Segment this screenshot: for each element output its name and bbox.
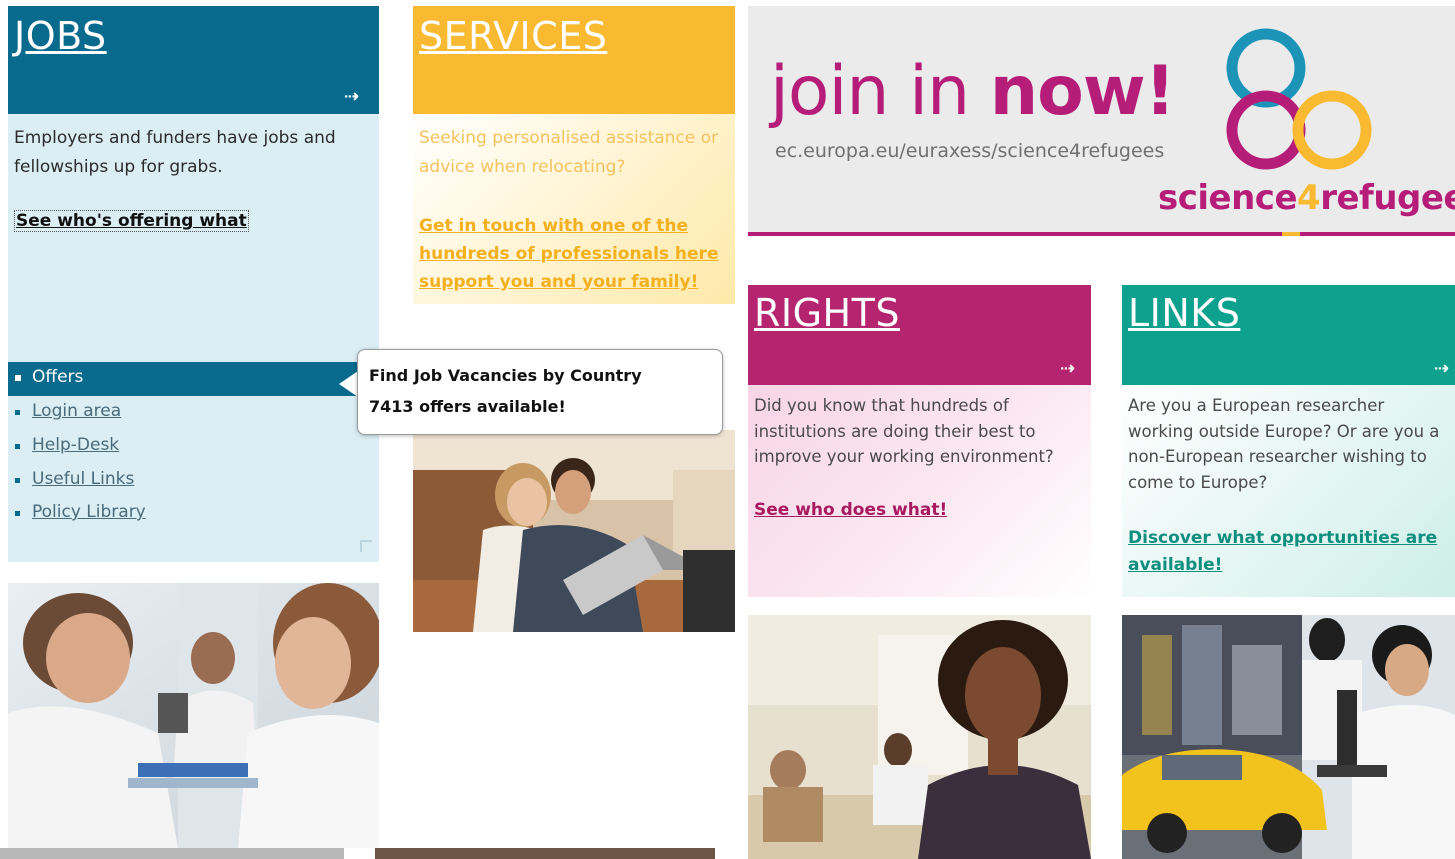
arrow-right-icon[interactable]: ⇢: [344, 86, 359, 107]
tooltip-pointer: [339, 371, 358, 397]
jobs-title[interactable]: JOBS: [14, 14, 107, 58]
arrow-right-icon[interactable]: ⇢: [1434, 358, 1449, 379]
menu-item-login-area[interactable]: Login area: [32, 401, 121, 421]
jobs-offers-link[interactable]: See who's offering what: [14, 210, 249, 232]
links-opportunities-link[interactable]: Discover what opportunities are availabl…: [1128, 525, 1448, 579]
services-description: Seeking personalised assistance or advic…: [419, 128, 719, 177]
rights-link[interactable]: See who does what!: [754, 500, 947, 520]
rights-title[interactable]: RIGHTS: [754, 291, 900, 335]
offers-tooltip: [357, 349, 723, 435]
menu-item-offers-label[interactable]: Offers: [32, 367, 83, 387]
banner-url[interactable]: ec.europa.eu/euraxess/science4refugees: [775, 140, 1164, 162]
photo-strip: [0, 848, 344, 859]
bullet-icon: [15, 511, 20, 516]
links-title[interactable]: LINKS: [1128, 291, 1240, 335]
bullet-icon: [15, 375, 21, 381]
tooltip-title: Find Job Vacancies by Country: [369, 366, 642, 385]
banner-underline-accent: [1282, 232, 1300, 236]
links-photo: [1122, 615, 1455, 859]
science4refugees-wordmark: science4refugees: [1158, 178, 1455, 218]
links-description: Are you a European researcher working ou…: [1128, 396, 1440, 492]
bullet-icon: [15, 444, 20, 449]
jobs-photo: [8, 583, 379, 848]
join-in-now-heading[interactable]: join in now!: [770, 52, 1176, 131]
services-photo: [413, 430, 735, 632]
menu-item-policy-library[interactable]: Policy Library: [32, 502, 146, 522]
arrow-right-icon[interactable]: ⇢: [1060, 358, 1075, 379]
menu-item-useful-links[interactable]: Useful Links: [32, 469, 134, 489]
banner-underline: [748, 232, 1455, 236]
bullet-icon: [15, 410, 20, 415]
tooltip-offer-count: 7413 offers available!: [369, 397, 566, 416]
bullet-icon: [15, 478, 20, 483]
services-title[interactable]: SERVICES: [419, 14, 607, 58]
menu-item-help-desk[interactable]: Help-Desk: [32, 435, 119, 455]
services-contact-link[interactable]: Get in touch with one of the hundreds of…: [419, 212, 735, 296]
science4refugees-logo-icon: [1222, 18, 1382, 178]
rights-photo: [748, 615, 1091, 859]
rights-description: Did you know that hundreds of institutio…: [754, 396, 1054, 466]
photo-strip: [375, 848, 715, 859]
resize-corner-icon[interactable]: [360, 540, 372, 552]
jobs-description: Employers and funders have jobs and fell…: [14, 128, 336, 177]
